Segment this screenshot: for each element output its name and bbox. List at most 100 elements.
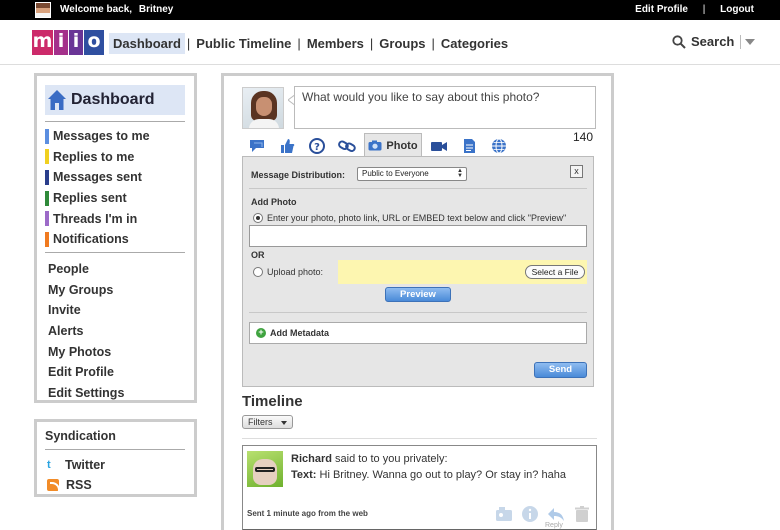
twitter-link[interactable]: t Twitter [47, 458, 105, 472]
color-marker [45, 231, 49, 247]
sidebar: Dashboard Messages to me Replies to me M… [34, 73, 197, 403]
sidebar-item-replies-sent[interactable]: Replies sent [45, 188, 185, 209]
entry-context: said to to you privately: [335, 453, 448, 465]
welcome-text: Welcome back, [60, 4, 133, 15]
nav-dashboard[interactable]: Dashboard [109, 33, 185, 54]
embed-radio[interactable] [253, 213, 263, 223]
video-camera-icon [431, 142, 447, 151]
photo-panel: Message Distribution: Public to Everyone… [242, 156, 594, 387]
author-name[interactable]: Richard [291, 453, 332, 465]
add-photo-heading: Add Photo [251, 197, 297, 207]
tab-video[interactable] [424, 135, 454, 157]
character-counter: 140 [573, 130, 594, 144]
logo-letter-m: m [32, 30, 53, 55]
nav-categories[interactable]: Categories [437, 33, 512, 54]
tab-message[interactable] [242, 135, 272, 157]
add-metadata-label: Add Metadata [270, 328, 330, 338]
tab-opinion[interactable] [272, 135, 302, 157]
svg-text:?: ? [314, 142, 320, 153]
tab-link[interactable] [332, 135, 362, 157]
syndication-title: Syndication [45, 429, 116, 443]
tab-photo[interactable]: Photo [364, 133, 422, 157]
logo-letter-i: i [54, 30, 68, 55]
sidebar-item-my-groups[interactable]: My Groups [48, 280, 188, 301]
sidebar-item-messages-to-me[interactable]: Messages to me [45, 126, 185, 147]
distribution-select[interactable]: Public to Everyone ▲ ▼ [357, 167, 467, 181]
upload-radio[interactable] [253, 267, 263, 277]
preview-button[interactable]: Preview [385, 287, 451, 302]
nav-groups[interactable]: Groups [375, 33, 429, 54]
sidebar-item-threads[interactable]: Threads I'm in [45, 208, 185, 229]
speech-bubble-icon [250, 140, 264, 152]
sidebar-item-alerts[interactable]: Alerts [48, 321, 188, 342]
sidebar-item-label: Messages sent [53, 170, 142, 185]
sidebar-item-label: Replies to me [53, 149, 135, 164]
welcome-username: Britney [138, 4, 174, 15]
author-avatar[interactable] [247, 451, 283, 487]
reply-card-icon[interactable] [495, 505, 513, 523]
rss-link[interactable]: RSS [47, 478, 92, 492]
question-icon: ? [309, 138, 325, 154]
sidebar-dashboard-heading[interactable]: Dashboard [45, 85, 185, 115]
search-divider [740, 34, 742, 49]
reply-label: Reply [545, 522, 563, 529]
info-icon[interactable] [521, 505, 539, 523]
search-icon [672, 34, 686, 49]
send-button[interactable]: Send [534, 362, 587, 378]
entry-timestamp: Sent 1 minute ago from the web [247, 509, 368, 518]
sidebar-item-my-photos[interactable]: My Photos [48, 341, 188, 362]
sidebar-item-messages-sent[interactable]: Messages sent [45, 167, 185, 188]
timeline-title: Timeline [242, 393, 303, 410]
link-icon [338, 140, 356, 152]
reply-icon[interactable] [547, 505, 565, 523]
tab-document[interactable] [454, 135, 484, 157]
top-bar: Welcome back, Britney Edit Profile | Log… [0, 0, 780, 20]
close-button[interactable]: x [570, 165, 583, 178]
message-filter-list: Messages to me Replies to me Messages se… [45, 126, 185, 250]
select-file-button[interactable]: Select a File [525, 265, 585, 279]
nav-separator: | [186, 36, 191, 51]
color-marker [45, 169, 49, 185]
sidebar-item-people[interactable]: People [48, 259, 188, 280]
filters-dropdown[interactable]: Filters [242, 415, 293, 429]
twitter-icon: t [47, 458, 51, 471]
filters-label: Filters [248, 417, 273, 427]
sidebar-item-edit-settings[interactable]: Edit Settings [48, 383, 188, 404]
color-marker [45, 149, 49, 165]
select-arrows-icon: ▲ ▼ [457, 168, 463, 179]
search-control[interactable]: Search [672, 34, 756, 49]
or-label: OR [251, 250, 265, 260]
thumbs-up-icon [281, 139, 295, 153]
trash-icon[interactable] [573, 505, 591, 523]
link-separator: | [702, 4, 706, 15]
header: m i i o Dashboard | Public Timeline | Me… [0, 20, 780, 65]
sidebar-item-invite[interactable]: Invite [48, 300, 188, 321]
sidebar-item-notifications[interactable]: Notifications [45, 229, 185, 250]
user-avatar-small[interactable] [35, 2, 51, 18]
sidebar-item-edit-profile[interactable]: Edit Profile [48, 362, 188, 383]
logo-letter-i: i [69, 30, 83, 55]
upload-label: Upload photo: [267, 267, 324, 277]
entry-message: Hi Britney. Wanna go out to play? Or sta… [319, 469, 566, 481]
tab-question[interactable]: ? [302, 135, 332, 157]
logout-link[interactable]: Logout [720, 4, 754, 15]
panel-divider [249, 312, 587, 313]
miio-logo[interactable]: m i i o [32, 30, 105, 55]
rss-icon [47, 479, 60, 492]
chevron-down-icon[interactable] [745, 38, 756, 45]
distribution-value: Public to Everyone [362, 169, 429, 178]
sidebar-item-label: Threads I'm in [53, 211, 138, 226]
add-metadata-row[interactable]: + Add Metadata [249, 322, 587, 344]
nav-separator: | [369, 36, 374, 51]
nav-public-timeline[interactable]: Public Timeline [192, 33, 295, 54]
message-input[interactable]: What would you like to say about this ph… [294, 86, 596, 129]
chevron-down-icon [281, 421, 287, 425]
logo-letter-o: o [84, 30, 104, 55]
sidebar-item-label: Messages to me [53, 129, 150, 144]
edit-profile-link[interactable]: Edit Profile [635, 4, 688, 15]
tab-web[interactable] [484, 135, 514, 157]
sidebar-item-replies-to-me[interactable]: Replies to me [45, 147, 185, 168]
nav-members[interactable]: Members [303, 33, 368, 54]
photo-url-input[interactable] [249, 225, 587, 247]
post-type-tabs: ? Photo [242, 133, 514, 157]
